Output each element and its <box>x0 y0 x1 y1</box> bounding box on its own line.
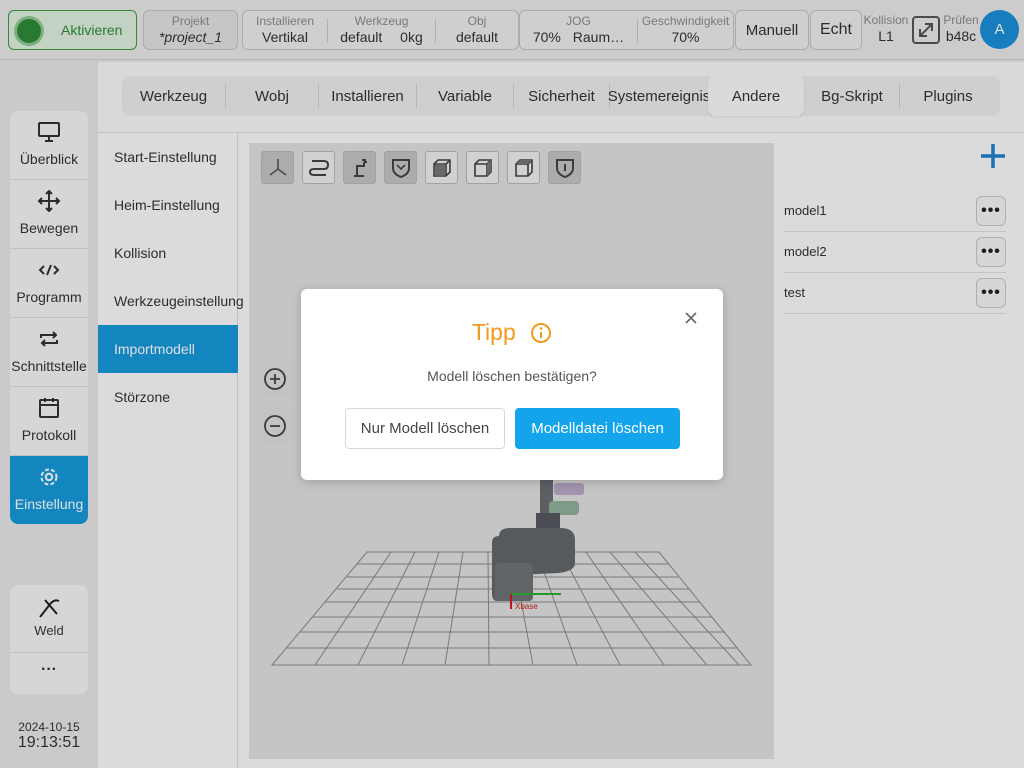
delete-model-file-button[interactable]: Modelldatei löschen <box>515 408 680 449</box>
info-icon <box>531 322 552 343</box>
delete-model-only-button[interactable]: Nur Modell löschen <box>345 408 505 449</box>
close-icon[interactable] <box>684 311 698 325</box>
dialog-message: Modell löschen bestätigen? <box>427 368 597 384</box>
dialog-title: Tipp <box>301 318 723 346</box>
dialog-title-text: Tipp <box>471 319 516 346</box>
confirm-dialog: Tipp Modell löschen bestätigen? Nur Mode… <box>301 289 723 480</box>
